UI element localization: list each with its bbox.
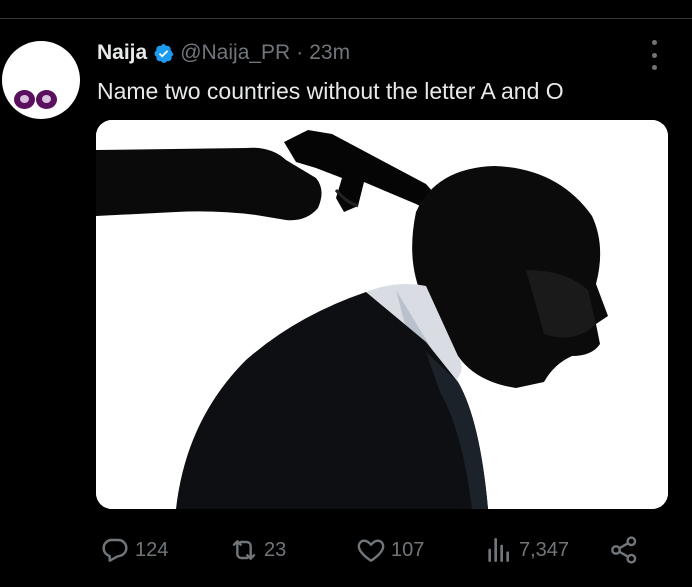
like-button[interactable]: 107 [355,530,424,570]
avatar[interactable] [2,41,80,119]
retweet-icon [232,540,256,560]
reply-count: 124 [135,538,169,561]
tweet-media-image[interactable] [96,120,668,509]
tweet-text: Name two countries without the letter A … [97,78,564,104]
heart-icon [357,539,385,562]
views-count: 7,347 [519,538,570,561]
top-divider [0,18,692,19]
more-options-icon[interactable] [647,40,661,70]
views-chart-icon [488,538,509,562]
reply-icon [102,538,128,562]
share-button[interactable] [608,530,640,570]
avatar-eye-left [14,90,35,109]
silhouette-man-gun-to-head-image [96,120,668,509]
tweet-actions-bar: 124 23 107 7,347 [0,530,692,570]
author-display-name[interactable]: Naija [97,41,147,65]
like-count: 107 [391,538,425,561]
separator-dot: · [296,41,304,64]
retweet-count: 23 [264,538,287,561]
retweet-button[interactable]: 23 [228,530,286,570]
avatar-eye-right [36,90,57,109]
share-icon [611,536,637,564]
author-handle[interactable]: @Naija_PR [180,41,290,65]
verified-badge-icon [154,43,174,63]
tweet-timestamp[interactable]: 23m [309,41,350,65]
reply-button[interactable]: 124 [99,530,168,570]
views-button[interactable]: 7,347 [483,530,569,570]
tweet-header: Naija @Naija_PR · 23m [97,39,350,67]
